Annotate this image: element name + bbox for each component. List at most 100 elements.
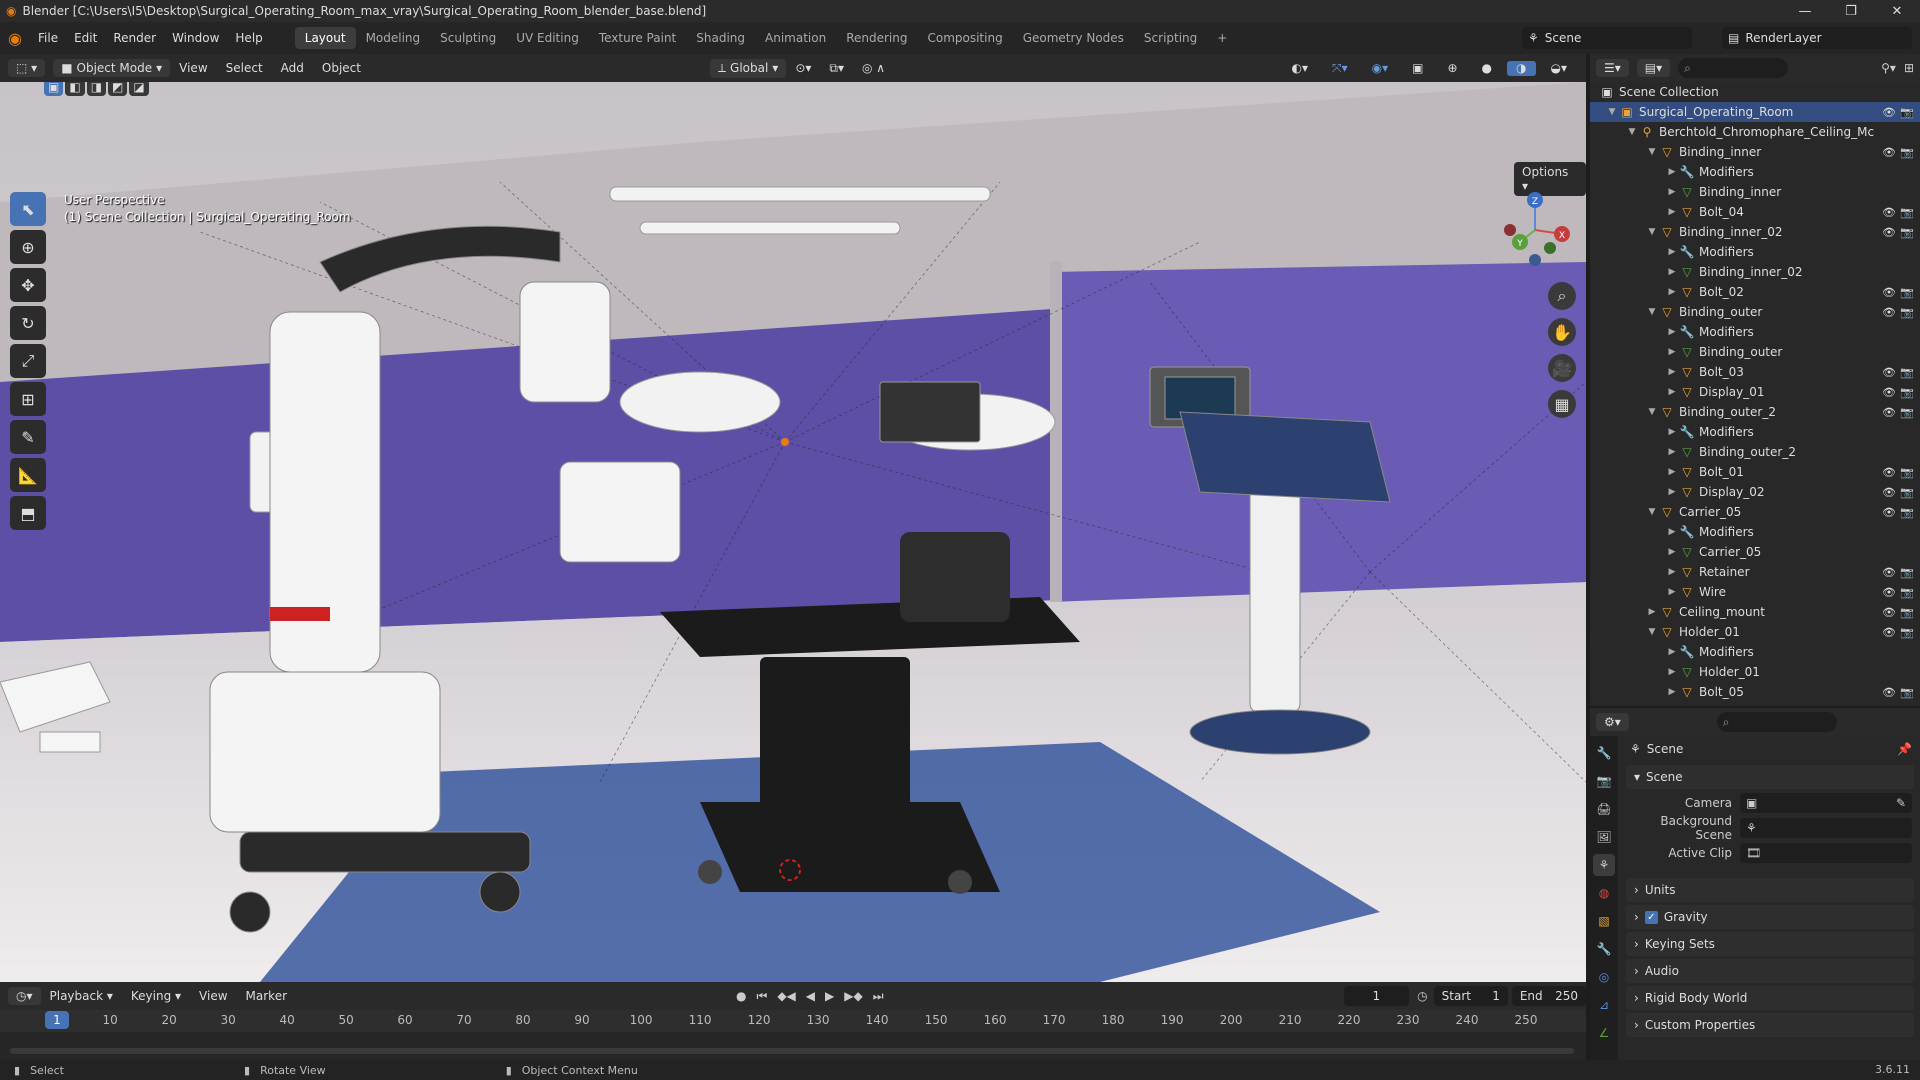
outliner-editor-type-icon[interactable]: ☰▾ [1596,59,1629,77]
menu-file[interactable]: File [30,31,66,45]
tool-tab-icon[interactable]: 🔧 [1593,742,1615,764]
outliner-row[interactable]: ▼ ▽ Holder_01 👁 📷 [1590,622,1920,642]
gravity-checkbox[interactable]: ✓ [1644,910,1658,924]
minimize-button[interactable]: — [1782,0,1828,22]
expand-arrow-right-icon[interactable]: ▶ [1666,387,1678,397]
outliner-row[interactable]: ▶ ▽ Bolt_02 👁 📷 [1590,282,1920,302]
rigid-body-world-panel-header[interactable]: › Rigid Body World [1626,986,1914,1010]
timeline-scrollbar[interactable] [10,1048,1574,1054]
render-camera-icon[interactable]: 📷 [1900,106,1914,119]
outliner-row[interactable]: ▶ ▽ Wire 👁 📷 [1590,582,1920,602]
outliner-row[interactable]: ▶ ▽ Binding_outer_2 [1590,442,1920,462]
select-intersect-icon[interactable]: ◪ [129,82,149,96]
outliner-row[interactable]: ▼ ▽ Binding_inner 👁 📷 [1590,142,1920,162]
render-camera-icon[interactable]: 📷 [1900,386,1914,399]
expand-arrow-down-icon[interactable]: ▼ [1646,407,1658,417]
expand-arrow-right-icon[interactable]: ▶ [1666,187,1678,197]
outliner-row[interactable]: ▶ ▽ Display_01 👁 📷 [1590,382,1920,402]
eye-icon[interactable]: 👁 [1882,566,1896,579]
outliner-row[interactable]: ▼ ▽ Carrier_05 👁 📷 [1590,502,1920,522]
scene-tab-icon[interactable]: ⚘ [1593,854,1615,876]
outliner-row[interactable]: ▶ ▽ Bolt_04 👁 📷 [1590,202,1920,222]
expand-arrow-right-icon[interactable]: ▶ [1666,347,1678,357]
outliner-row[interactable]: ▶ ▽ Holder_01 [1590,662,1920,682]
outliner-row[interactable]: ▶ 🔧 Modifiers [1590,242,1920,262]
expand-arrow-right-icon[interactable]: ▶ [1666,267,1678,277]
eye-icon[interactable]: 👁 [1882,106,1896,119]
eyedropper-icon[interactable]: ✎ [1896,796,1912,810]
outliner-row[interactable]: ▶ ▽ Bolt_03 👁 📷 [1590,362,1920,382]
outliner-row[interactable]: ▼ ▣ Surgical_Operating_Room 👁 📷 [1590,102,1920,122]
frame-ruler[interactable]: 1 10 20 30 40 50 60 70 80 90 100 110 120 130 140 150 160… [0,1010,1586,1032]
menu-marker[interactable]: Marker [237,989,296,1003]
expand-arrow-down-icon[interactable]: ▼ [1646,147,1658,157]
expand-arrow-right-icon[interactable]: ▶ [1666,167,1678,177]
expand-arrow-down-icon[interactable]: ▼ [1626,127,1638,137]
eye-icon[interactable]: 👁 [1882,306,1896,319]
snap-icon[interactable]: ⧉▾ [820,61,853,76]
expand-arrow-right-icon[interactable]: ▶ [1666,667,1678,677]
filter-icon[interactable]: ⚲▾ [1881,61,1896,75]
pan-hand-icon[interactable]: ✋ [1548,318,1576,346]
menu-playback[interactable]: Playback ▾ [41,989,122,1003]
render-camera-icon[interactable]: 📷 [1900,566,1914,579]
render-camera-icon[interactable]: 📷 [1900,366,1914,379]
tab-layout[interactable]: Layout [294,27,356,49]
menu-view[interactable]: View [170,61,216,75]
eye-icon[interactable]: 👁 [1882,226,1896,239]
play-icon[interactable]: ▶ [825,989,834,1003]
menu-add[interactable]: Add [272,61,313,75]
outliner-row[interactable]: ▶ 🔧 Modifiers [1590,422,1920,442]
close-button[interactable]: ✕ [1874,0,1920,22]
render-camera-icon[interactable]: 📷 [1900,146,1914,159]
render-camera-icon[interactable]: 📷 [1900,506,1914,519]
expand-arrow-down-icon[interactable]: ▼ [1646,227,1658,237]
render-camera-icon[interactable]: 📷 [1900,586,1914,599]
outliner-row[interactable]: ▶ 🔧 Modifiers [1590,522,1920,542]
custom-properties-panel-header[interactable]: › Custom Properties [1626,1013,1914,1037]
tab-sculpting[interactable]: Sculpting [430,27,506,49]
outliner-row[interactable]: ▶ ▽ Binding_outer [1590,342,1920,362]
eye-icon[interactable]: 👁 [1882,686,1896,699]
render-camera-icon[interactable]: 📷 [1900,606,1914,619]
clock-icon[interactable]: ◷ [1417,989,1427,1003]
outliner-row[interactable]: ▶ ▽ Retainer 👁 📷 [1590,562,1920,582]
eye-icon[interactable]: 👁 [1882,586,1896,599]
menu-window[interactable]: Window [164,31,227,45]
eye-icon[interactable]: 👁 [1882,406,1896,419]
select-box-mode-icon[interactable]: ▣ [44,82,64,96]
expand-arrow-right-icon[interactable]: ▶ [1666,247,1678,257]
jump-end-icon[interactable]: ⏭ [873,989,884,1004]
output-tab-icon[interactable]: 🖨 [1593,798,1615,820]
eye-icon[interactable]: 👁 [1882,486,1896,499]
camera-input[interactable]: ▣ ✎ [1740,793,1912,813]
move-tool-icon[interactable]: ✥ [10,268,46,302]
outliner-row[interactable]: ▶ ▽ Display_02 👁 📷 [1590,482,1920,502]
menu-object[interactable]: Object [313,61,370,75]
render-camera-icon[interactable]: 📷 [1900,486,1914,499]
visibility-icon[interactable]: ◐▾ [1283,61,1318,76]
navigation-gizmo[interactable]: Z Y X [1500,190,1570,270]
eye-icon[interactable]: 👁 [1882,366,1896,379]
tab-compositing[interactable]: Compositing [917,27,1012,49]
expand-arrow-right-icon[interactable]: ▶ [1666,367,1678,377]
render-camera-icon[interactable]: 📷 [1900,406,1914,419]
jump-start-icon[interactable]: ⏮ [757,989,768,1004]
eye-icon[interactable]: 👁 [1882,146,1896,159]
pivot-point-icon[interactable]: ⊙▾ [786,61,820,75]
scale-tool-icon[interactable]: ⤢ [10,344,46,378]
render-camera-icon[interactable]: 📷 [1900,466,1914,479]
render-tab-icon[interactable]: 📷 [1593,770,1615,792]
expand-arrow-down-icon[interactable]: ▼ [1646,307,1658,317]
render-camera-icon[interactable]: 📷 [1900,286,1914,299]
expand-arrow-right-icon[interactable]: ▶ [1666,687,1678,697]
expand-arrow-right-icon[interactable]: ▶ [1666,447,1678,457]
expand-arrow-right-icon[interactable]: ▶ [1666,327,1678,337]
expand-arrow-right-icon[interactable]: ▶ [1666,647,1678,657]
eye-icon[interactable]: 👁 [1882,606,1896,619]
outliner-search-input[interactable]: ⌕ [1678,58,1789,78]
menu-keying[interactable]: Keying ▾ [122,989,190,1003]
tab-modeling[interactable]: Modeling [356,27,431,49]
overlay-icon[interactable]: ◉▾ [1363,61,1398,76]
transform-orientation-dropdown[interactable]: ⟂ Global ▾ [710,58,787,78]
